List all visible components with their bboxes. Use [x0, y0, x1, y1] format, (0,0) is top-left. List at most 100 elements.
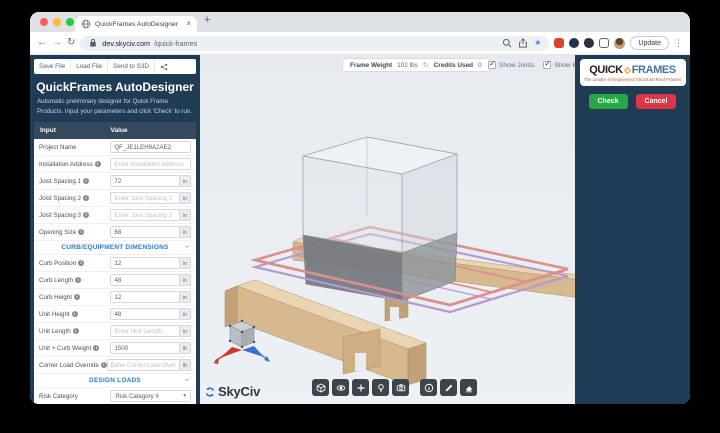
traffic-lights	[40, 18, 74, 26]
logo-quick-text: QUICK	[589, 64, 623, 76]
field-label-text: Opening Size	[39, 228, 77, 236]
info-icon[interactable]: i	[71, 311, 78, 318]
info-icon[interactable]: i	[78, 229, 85, 236]
fullscreen-window-button[interactable]	[66, 18, 74, 26]
screenshot-stage: QuickFrames AutoDesigner × + ← → ↻ dev.s…	[0, 0, 720, 433]
toggle-label: Show Joists	[499, 61, 535, 69]
field-input[interactable]: Enter Installation Address	[110, 158, 191, 171]
section-title: CURB/EQUIPMENT DIMENSIONS	[61, 244, 169, 252]
unit-addon: lb	[179, 342, 191, 355]
field-select[interactable]: Risk Category II ▾	[110, 390, 191, 403]
pencil-button[interactable]	[440, 379, 457, 396]
input-row: Curb Length i 48 in	[34, 272, 196, 290]
search-icon[interactable]	[502, 38, 512, 48]
skyciv-icon	[205, 386, 215, 397]
sidebar-toolbar-button[interactable]: Load File	[71, 59, 109, 74]
unit-addon: in	[179, 192, 191, 205]
field-input[interactable]: 1500	[110, 342, 180, 355]
field-input[interactable]: 72	[110, 175, 180, 188]
info-button[interactable]	[420, 379, 437, 396]
info-icon[interactable]: i	[82, 212, 89, 219]
field-input[interactable]: 12	[110, 291, 180, 304]
cube-icon	[316, 382, 326, 393]
field-label: Curb Height i	[39, 294, 110, 301]
field-label: Unit Height i	[39, 311, 110, 318]
field-label-text: Risk Category	[39, 392, 78, 400]
field-input[interactable]: 68	[110, 226, 180, 239]
section-header[interactable]: DESIGN LOADS −	[34, 374, 196, 389]
address-bar[interactable]: dev.skyciv.com /quick-frames ★	[80, 35, 550, 51]
checkbox[interactable]: ✓	[488, 60, 496, 69]
sidebar-toolbar-button[interactable]: Save File	[34, 59, 72, 74]
info-icon[interactable]: i	[94, 161, 101, 168]
reload-icon[interactable]: ↻	[423, 62, 429, 69]
cancel-button[interactable]: Cancel	[635, 94, 677, 109]
bookmark-star-icon[interactable]: ★	[534, 39, 541, 47]
extension-navy-icon[interactable]	[569, 38, 580, 48]
info-icon[interactable]: i	[72, 328, 79, 335]
field-label: Corner Load Override i	[39, 362, 107, 369]
quickframes-logo-card: QUICK FRAMES The Leader in Engineered St…	[579, 59, 686, 86]
field-input[interactable]: 48	[110, 274, 180, 287]
credits-used-label: Credits Used	[433, 61, 474, 69]
bulb-icon	[376, 383, 386, 393]
frame-weight-label: Frame Weight	[350, 61, 393, 69]
field-label: Risk Category	[39, 393, 110, 400]
skyciv-logo: SkyCiv	[205, 384, 260, 399]
camera-icon	[396, 383, 406, 393]
forward-icon[interactable]: →	[52, 38, 62, 48]
plus-button[interactable]	[352, 379, 369, 396]
check-icon: ✓	[544, 59, 551, 68]
cube-button[interactable]	[312, 379, 329, 396]
view-toggle[interactable]: ✓Show Equipment	[543, 59, 575, 69]
extension-dark-icon[interactable]	[584, 38, 595, 48]
kebab-menu-icon[interactable]: ⋮	[674, 38, 683, 49]
check-button[interactable]: Check	[588, 94, 628, 109]
axis-gizmo[interactable]	[212, 318, 272, 371]
eraser-button[interactable]	[460, 379, 477, 396]
input-row: Curb Height i 12 in	[34, 289, 196, 307]
extension-frame-icon[interactable]	[599, 38, 610, 48]
tab-title: QuickFrames AutoDesigner	[95, 20, 179, 28]
update-button[interactable]: Update	[630, 36, 669, 50]
share-icon[interactable]	[518, 38, 528, 48]
share-nodes-icon[interactable]	[155, 61, 173, 73]
info-icon[interactable]: i	[93, 345, 100, 352]
minimize-window-button[interactable]	[53, 18, 61, 26]
collapse-icon[interactable]: −	[185, 377, 189, 384]
field-input[interactable]: QF_JE1LEH9A2AE2	[110, 141, 191, 154]
right-panel: QUICK FRAMES The Leader in Engineered St…	[575, 55, 690, 404]
view-toggle[interactable]: ✓ Show Joists	[488, 60, 535, 69]
info-icon[interactable]: i	[74, 294, 81, 301]
field-input[interactable]: Enter Joist Spacing 3	[110, 209, 180, 222]
refresh-icon[interactable]: ↻	[67, 38, 75, 48]
info-icon[interactable]: i	[75, 277, 82, 284]
field-input[interactable]: 48	[110, 308, 180, 321]
field-input[interactable]: Enter Joist Spacing 2	[110, 192, 180, 205]
camera-button[interactable]	[392, 379, 409, 396]
new-tab-button[interactable]: +	[204, 14, 210, 26]
field-input[interactable]: 12	[110, 257, 180, 270]
section-header[interactable]: CURB/EQUIPMENT DIMENSIONS −	[34, 241, 196, 256]
browser-tab[interactable]: QuickFrames AutoDesigner ×	[75, 16, 197, 32]
info-icon[interactable]: i	[82, 178, 89, 185]
extension-red-icon[interactable]	[554, 38, 565, 48]
collapse-icon[interactable]: −	[185, 244, 189, 251]
field-input[interactable]: Enter Unit Length	[110, 325, 180, 338]
eye-button[interactable]	[332, 379, 349, 396]
checkbox[interactable]: ✓	[543, 59, 552, 69]
tab-close-icon[interactable]: ×	[186, 20, 191, 28]
profile-avatar[interactable]	[614, 37, 626, 49]
back-icon[interactable]: ←	[37, 38, 47, 48]
field-label-text: Joist Spacing 1	[39, 177, 81, 185]
sidebar-toolbar-button[interactable]: Send to S3D	[108, 59, 155, 74]
input-table-body: Project Name QF_JE1LEH9A2AE2 Installation …	[34, 139, 196, 404]
info-icon[interactable]: i	[78, 260, 85, 267]
bulb-button[interactable]	[372, 379, 389, 396]
field-control: 1500 lb	[110, 342, 191, 355]
input-table: Input Value Project Name QF_JE1LEH9A2AE2 I…	[34, 122, 196, 404]
close-window-button[interactable]	[40, 18, 48, 26]
field-input[interactable]: Enter Corner Load Over	[106, 359, 180, 372]
app-subtitle: Automatic preliminary designer for Quick…	[37, 98, 193, 115]
info-icon[interactable]: i	[82, 195, 89, 202]
